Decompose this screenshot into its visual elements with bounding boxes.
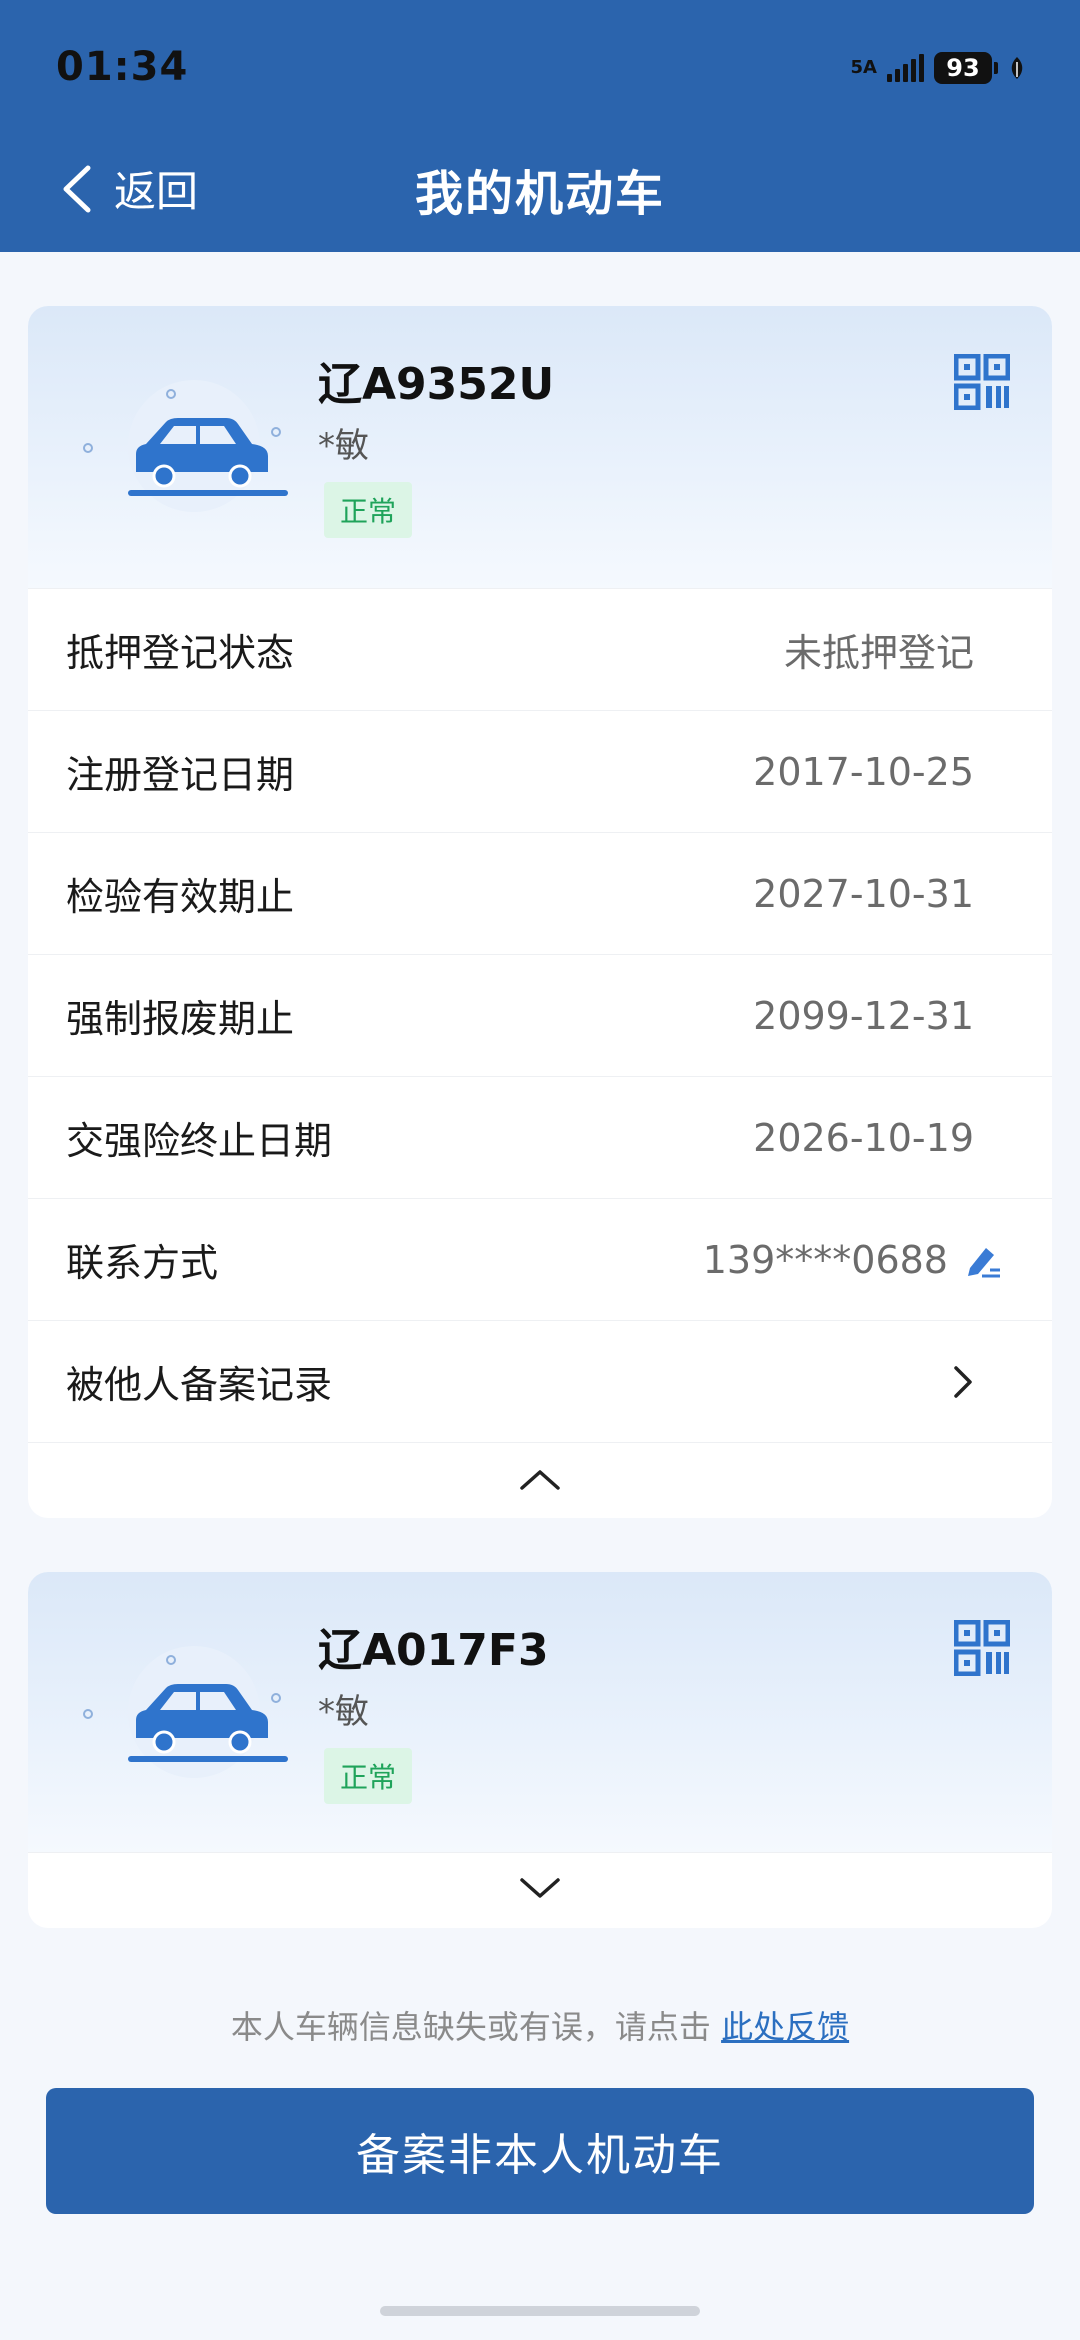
detail-row-insurance-expiry: 交强险终止日期 2026-10-19 — [28, 1076, 1052, 1198]
app-header: 01:34 5A 93 返回 我的机动车 — [0, 0, 1080, 252]
detail-label: 强制报废期止 — [66, 997, 295, 1041]
detail-row-inspection-expiry: 检验有效期止 2027-10-31 — [28, 832, 1052, 954]
chevron-right-icon — [954, 1365, 972, 1398]
detail-row-registration-date: 注册登记日期 2017-10-25 — [28, 710, 1052, 832]
detail-row-mortgage: 抵押登记状态 未抵押登记 — [28, 588, 1052, 710]
feedback-link[interactable]: 此处反馈 — [721, 2008, 849, 2046]
detail-label: 检验有效期止 — [66, 875, 295, 919]
detail-value: 2027-10-31 — [753, 871, 974, 916]
status-time: 01:34 — [56, 44, 189, 90]
car-icon — [83, 1646, 288, 1778]
plate-number: 辽A017F3 — [318, 1625, 549, 1676]
owner-name: *敏 — [318, 1692, 369, 1732]
detail-label: 抵押登记状态 — [66, 631, 295, 675]
chevron-down-icon — [520, 1878, 560, 1898]
contact-phone: 139****0688 — [702, 1237, 948, 1282]
status-badge: 正常 — [324, 1748, 413, 1804]
detail-label: 注册登记日期 — [66, 753, 295, 797]
owner-name: *敏 — [318, 426, 369, 466]
plate-number: 辽A9352U — [318, 359, 555, 410]
detail-row-contact[interactable]: 联系方式 139****0688 — [28, 1198, 1052, 1320]
detail-label: 交强险终止日期 — [66, 1119, 333, 1163]
collapse-toggle[interactable] — [28, 1442, 1052, 1515]
detail-row-scrap-date: 强制报废期止 2099-12-31 — [28, 954, 1052, 1076]
qr-code-icon[interactable] — [954, 354, 1010, 410]
feedback-notice: 本人车辆信息缺失或有误，请点击 此处反馈 — [0, 2002, 1080, 2048]
detail-value: 2026-10-19 — [753, 1115, 974, 1160]
vehicle-card-header[interactable]: 辽A017F3 *敏 正常 — [28, 1572, 1052, 1852]
battery-icon: 93 — [934, 52, 992, 84]
detail-row-filing-records[interactable]: 被他人备案记录 — [28, 1320, 1052, 1442]
leaf-icon — [1011, 57, 1023, 79]
network-type: 5A — [850, 57, 877, 78]
detail-value: 2099-12-31 — [753, 993, 974, 1038]
detail-label: 被他人备案记录 — [66, 1363, 333, 1407]
feedback-text: 本人车辆信息缺失或有误，请点击 — [230, 2008, 711, 2046]
home-indicator[interactable] — [380, 2306, 700, 2316]
page-title: 我的机动车 — [414, 166, 665, 222]
qr-code-icon[interactable] — [954, 1620, 1010, 1676]
detail-value: 未抵押登记 — [783, 631, 974, 675]
expand-toggle[interactable] — [28, 1852, 1052, 1925]
detail-label: 联系方式 — [66, 1241, 219, 1285]
status-icons: 5A 93 — [851, 52, 1026, 84]
car-icon — [83, 380, 288, 512]
signal-icon — [887, 54, 924, 82]
edit-icon[interactable] — [962, 1240, 1002, 1280]
file-other-vehicle-button[interactable]: 备案非本人机动车 — [46, 2088, 1034, 2214]
vehicle-card-header[interactable]: 辽A9352U *敏 正常 — [28, 306, 1052, 588]
status-badge: 正常 — [324, 482, 413, 538]
vehicle-card: 辽A017F3 *敏 正常 — [28, 1572, 1052, 1928]
battery-level: 93 — [946, 54, 980, 82]
vehicle-card: 辽A9352U *敏 正常 抵押登记状态 未抵押登记 注册登记日期 2017-1… — [28, 306, 1052, 1518]
detail-value: 2017-10-25 — [753, 749, 974, 794]
chevron-up-icon — [520, 1470, 560, 1490]
